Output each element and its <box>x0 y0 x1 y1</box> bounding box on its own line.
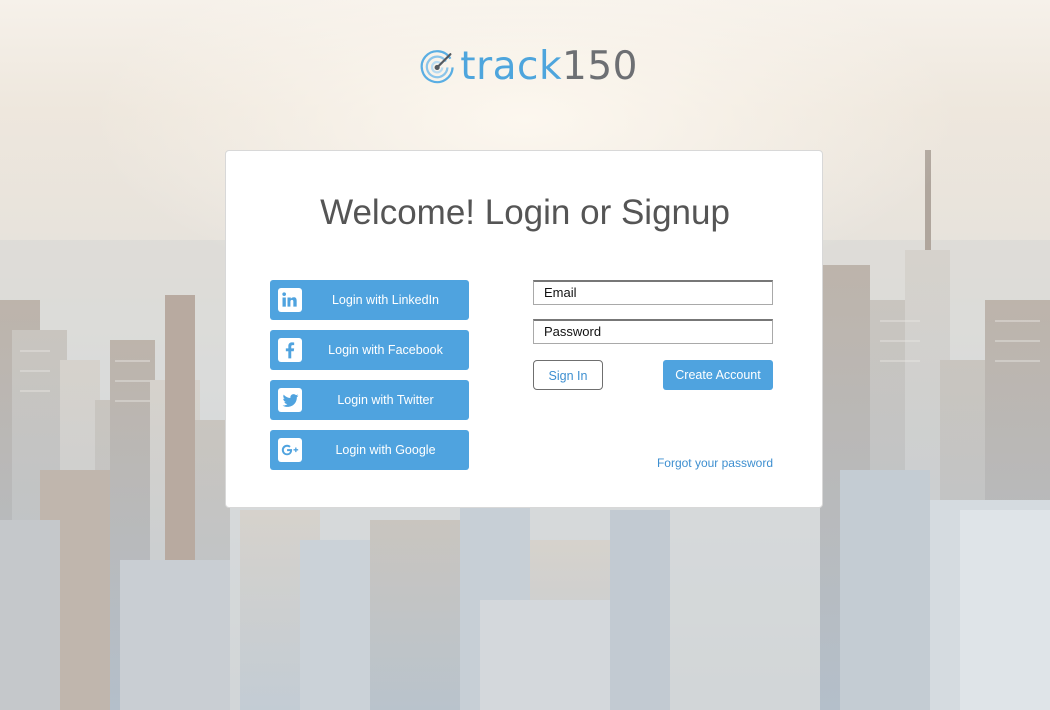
brand-name-part2: 150 <box>562 43 638 89</box>
login-card: Welcome! Login or Signup Login with Link… <box>225 150 823 508</box>
email-field[interactable]: Email <box>533 280 773 305</box>
login-twitter-label: Login with Twitter <box>337 393 434 407</box>
login-linkedin-label: Login with LinkedIn <box>331 293 440 307</box>
brand-name: track150 <box>460 47 638 86</box>
login-google-button[interactable]: Login with Google <box>270 430 469 470</box>
sign-in-button[interactable]: Sign In <box>533 360 603 390</box>
login-page: track150 Welcome! Login or Signup Login … <box>0 0 1050 710</box>
login-facebook-label: Login with Facebook <box>328 343 443 357</box>
brand-logo[interactable]: track150 <box>418 38 638 94</box>
twitter-icon <box>278 388 302 412</box>
login-google-label: Login with Google <box>335 443 436 457</box>
brand-name-part1: track <box>460 43 563 89</box>
login-facebook-button[interactable]: Login with Facebook <box>270 330 469 370</box>
radar-gauge-icon <box>420 50 454 84</box>
page-title: Welcome! Login or Signup <box>320 193 730 232</box>
google-plus-icon <box>278 438 302 462</box>
forgot-password-link[interactable]: Forgot your password <box>626 456 773 470</box>
login-linkedin-button[interactable]: Login with LinkedIn <box>270 280 469 320</box>
password-field[interactable]: Password <box>533 319 773 344</box>
create-account-button[interactable]: Create Account <box>663 360 773 390</box>
facebook-icon <box>278 338 302 362</box>
login-twitter-button[interactable]: Login with Twitter <box>270 380 469 420</box>
linkedin-icon <box>278 288 302 312</box>
